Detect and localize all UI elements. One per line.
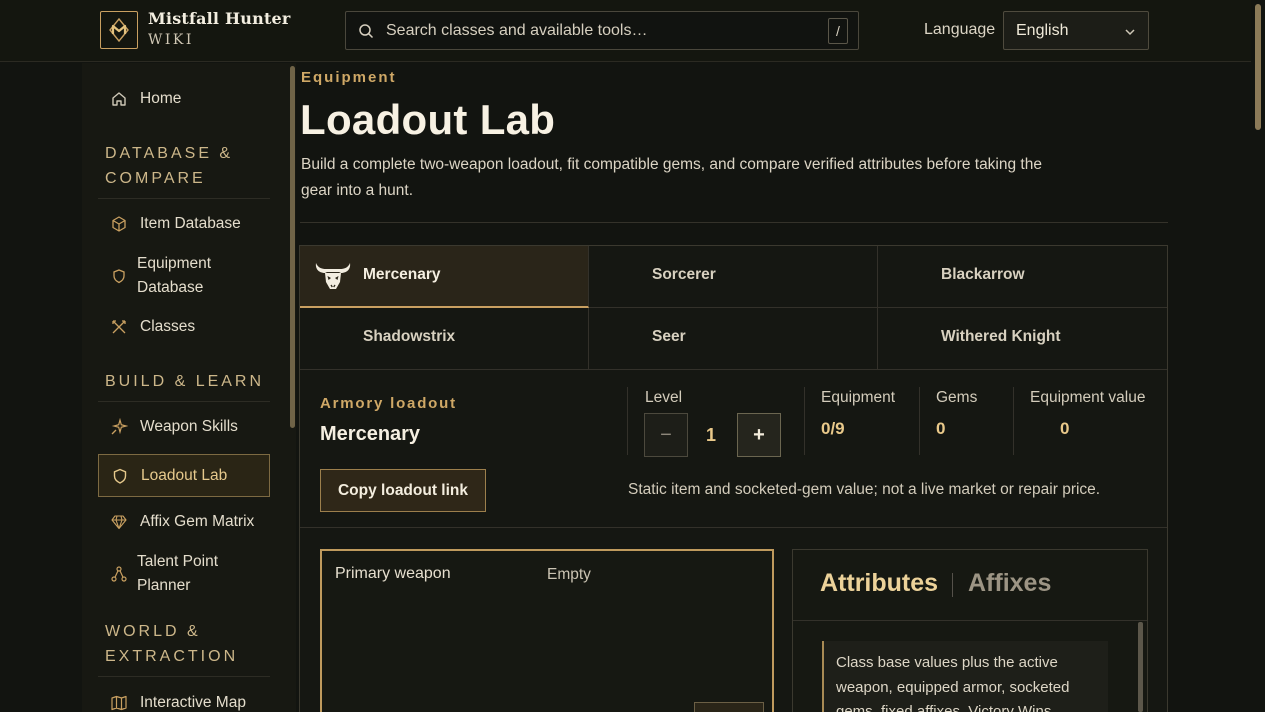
tab-class-sorcerer[interactable]: Sorcerer — [589, 246, 878, 308]
level-increase-button[interactable]: + — [737, 413, 781, 457]
level-label: Level — [645, 389, 683, 406]
stat-divider — [919, 387, 920, 455]
tab-label: Sorcerer — [652, 266, 716, 283]
level-value: 1 — [706, 425, 717, 445]
search-shortcut-key: / — [828, 18, 848, 44]
attributes-scrollbar-thumb[interactable] — [1138, 622, 1143, 712]
talent-tree-icon — [111, 566, 127, 582]
site-logo[interactable] — [100, 11, 138, 49]
sidebar-item-equipment-database[interactable]: Equipment Database — [98, 252, 270, 300]
tab-class-seer[interactable]: Seer — [589, 308, 878, 370]
search-box: / — [345, 11, 859, 50]
home-icon — [112, 92, 126, 106]
slot-value: Empty — [547, 566, 591, 583]
page-title: Loadout Lab — [300, 96, 556, 143]
shield-icon — [113, 269, 125, 284]
sidebar-item-label: Talent Point Planner — [137, 553, 218, 594]
section-divider — [98, 198, 270, 199]
sidebar-item-label: Interactive Map — [140, 694, 246, 711]
tab-affixes[interactable]: Affixes — [968, 569, 1051, 598]
tab-class-mercenary[interactable]: Mercenary — [300, 246, 589, 308]
cube-icon — [112, 216, 126, 232]
copy-loadout-link-button[interactable]: Copy loadout link — [320, 469, 486, 512]
top-bar: Mistfall Hunter WIKI / Language English — [0, 0, 1265, 62]
language-label: Language — [924, 21, 996, 38]
sidebar-item-weapon-skills[interactable]: Weapon Skills — [98, 415, 270, 439]
bull-skull-icon — [315, 263, 351, 289]
map-icon — [111, 695, 127, 711]
title-divider — [300, 222, 1168, 223]
sidebar-item-label: Home — [140, 90, 182, 107]
equipment-value-label: Equipment value — [1030, 389, 1146, 406]
gems-count-label: Gems — [936, 389, 978, 406]
level-decrease-button[interactable]: − — [644, 413, 688, 457]
sidebar-item-label: Item Database — [140, 215, 241, 232]
equipment-value-amount: 0 — [1060, 419, 1070, 438]
sidebar-item-item-database[interactable]: Item Database — [98, 212, 270, 236]
page-scrollbar-thumb[interactable] — [1255, 4, 1261, 130]
sidebar-scrollbar-thumb[interactable] — [290, 66, 295, 428]
tab-label: Withered Knight — [941, 328, 1061, 345]
language-value: English — [1016, 22, 1069, 39]
tab-class-blackarrow[interactable]: Blackarrow — [878, 246, 1167, 308]
section-divider — [98, 676, 270, 677]
tab-attributes[interactable]: Attributes — [820, 569, 938, 598]
search-input[interactable] — [386, 18, 806, 44]
sidebar-item-classes[interactable]: Classes — [98, 315, 270, 339]
brand-subtitle: WIKI — [148, 32, 194, 48]
tab-label: Shadowstrix — [363, 328, 456, 345]
tab-class-shadowstrix[interactable]: Shadowstrix — [300, 308, 589, 370]
sidebar-item-home[interactable]: Home — [98, 87, 270, 111]
brand[interactable]: Mistfall Hunter WIKI — [148, 9, 291, 48]
sidebar-item-label: Weapon Skills — [140, 418, 238, 435]
equipment-count-value: 0/9 — [821, 419, 845, 438]
page-eyebrow: Equipment — [301, 69, 397, 86]
logo-emblem-icon — [109, 17, 129, 43]
page-description: Build a complete two-weapon loadout, fit… — [301, 156, 1042, 199]
sidebar-item-loadout-lab[interactable]: Loadout Lab — [98, 454, 270, 497]
sidebar-item-label: Classes — [140, 318, 196, 335]
armory-loadout-label: Armory loadout — [320, 395, 457, 412]
sidebar-item-talent-point-planner[interactable]: Talent Point Planner — [98, 550, 270, 598]
search-icon — [359, 24, 374, 39]
attributes-note: Class base values plus the active weapon… — [822, 641, 1108, 712]
brand-title: Mistfall Hunter — [148, 9, 291, 28]
sparkle-icon — [111, 418, 128, 435]
sidebar-section-build-learn: BUILD & LEARN — [105, 373, 265, 390]
sidebar-section-database-compare: DATABASE & COMPARE — [105, 145, 234, 187]
sidebar-section-world-extraction: WORLD & EXTRACTION — [105, 623, 239, 665]
sidebar-item-affix-gem-matrix[interactable]: Affix Gem Matrix — [98, 510, 270, 534]
section-divider — [98, 401, 270, 402]
sidebar-item-label: Equipment Database — [137, 255, 212, 296]
gems-count-value: 0 — [936, 419, 946, 438]
equipment-value-note: Static item and socketed-gem value; not … — [628, 481, 1101, 498]
sidebar-item-label: Loadout Lab — [141, 466, 228, 484]
slot-label: Primary weapon — [335, 565, 451, 582]
stat-divider — [627, 387, 628, 455]
tab-separator — [952, 573, 953, 597]
primary-weapon-slot[interactable]: Primary weapon Empty — [320, 549, 774, 712]
tab-label: Seer — [652, 328, 686, 345]
armory-loadout-name: Mercenary — [320, 423, 421, 445]
equipment-count-label: Equipment — [821, 389, 896, 406]
shield-icon — [113, 468, 127, 484]
chevron-down-icon — [1125, 29, 1135, 36]
slot-action-button[interactable] — [694, 702, 764, 712]
tab-label: Mercenary — [363, 266, 441, 283]
stat-divider — [804, 387, 805, 455]
tab-label: Blackarrow — [941, 266, 1025, 283]
crossed-swords-icon — [112, 320, 126, 334]
tab-class-withered-knight[interactable]: Withered Knight — [878, 308, 1167, 370]
stat-divider — [1013, 387, 1014, 455]
language-select[interactable]: English — [1003, 11, 1149, 50]
gem-icon — [111, 515, 127, 530]
sidebar-item-interactive-map[interactable]: Interactive Map — [98, 691, 270, 712]
sidebar-item-label: Affix Gem Matrix — [140, 513, 255, 530]
